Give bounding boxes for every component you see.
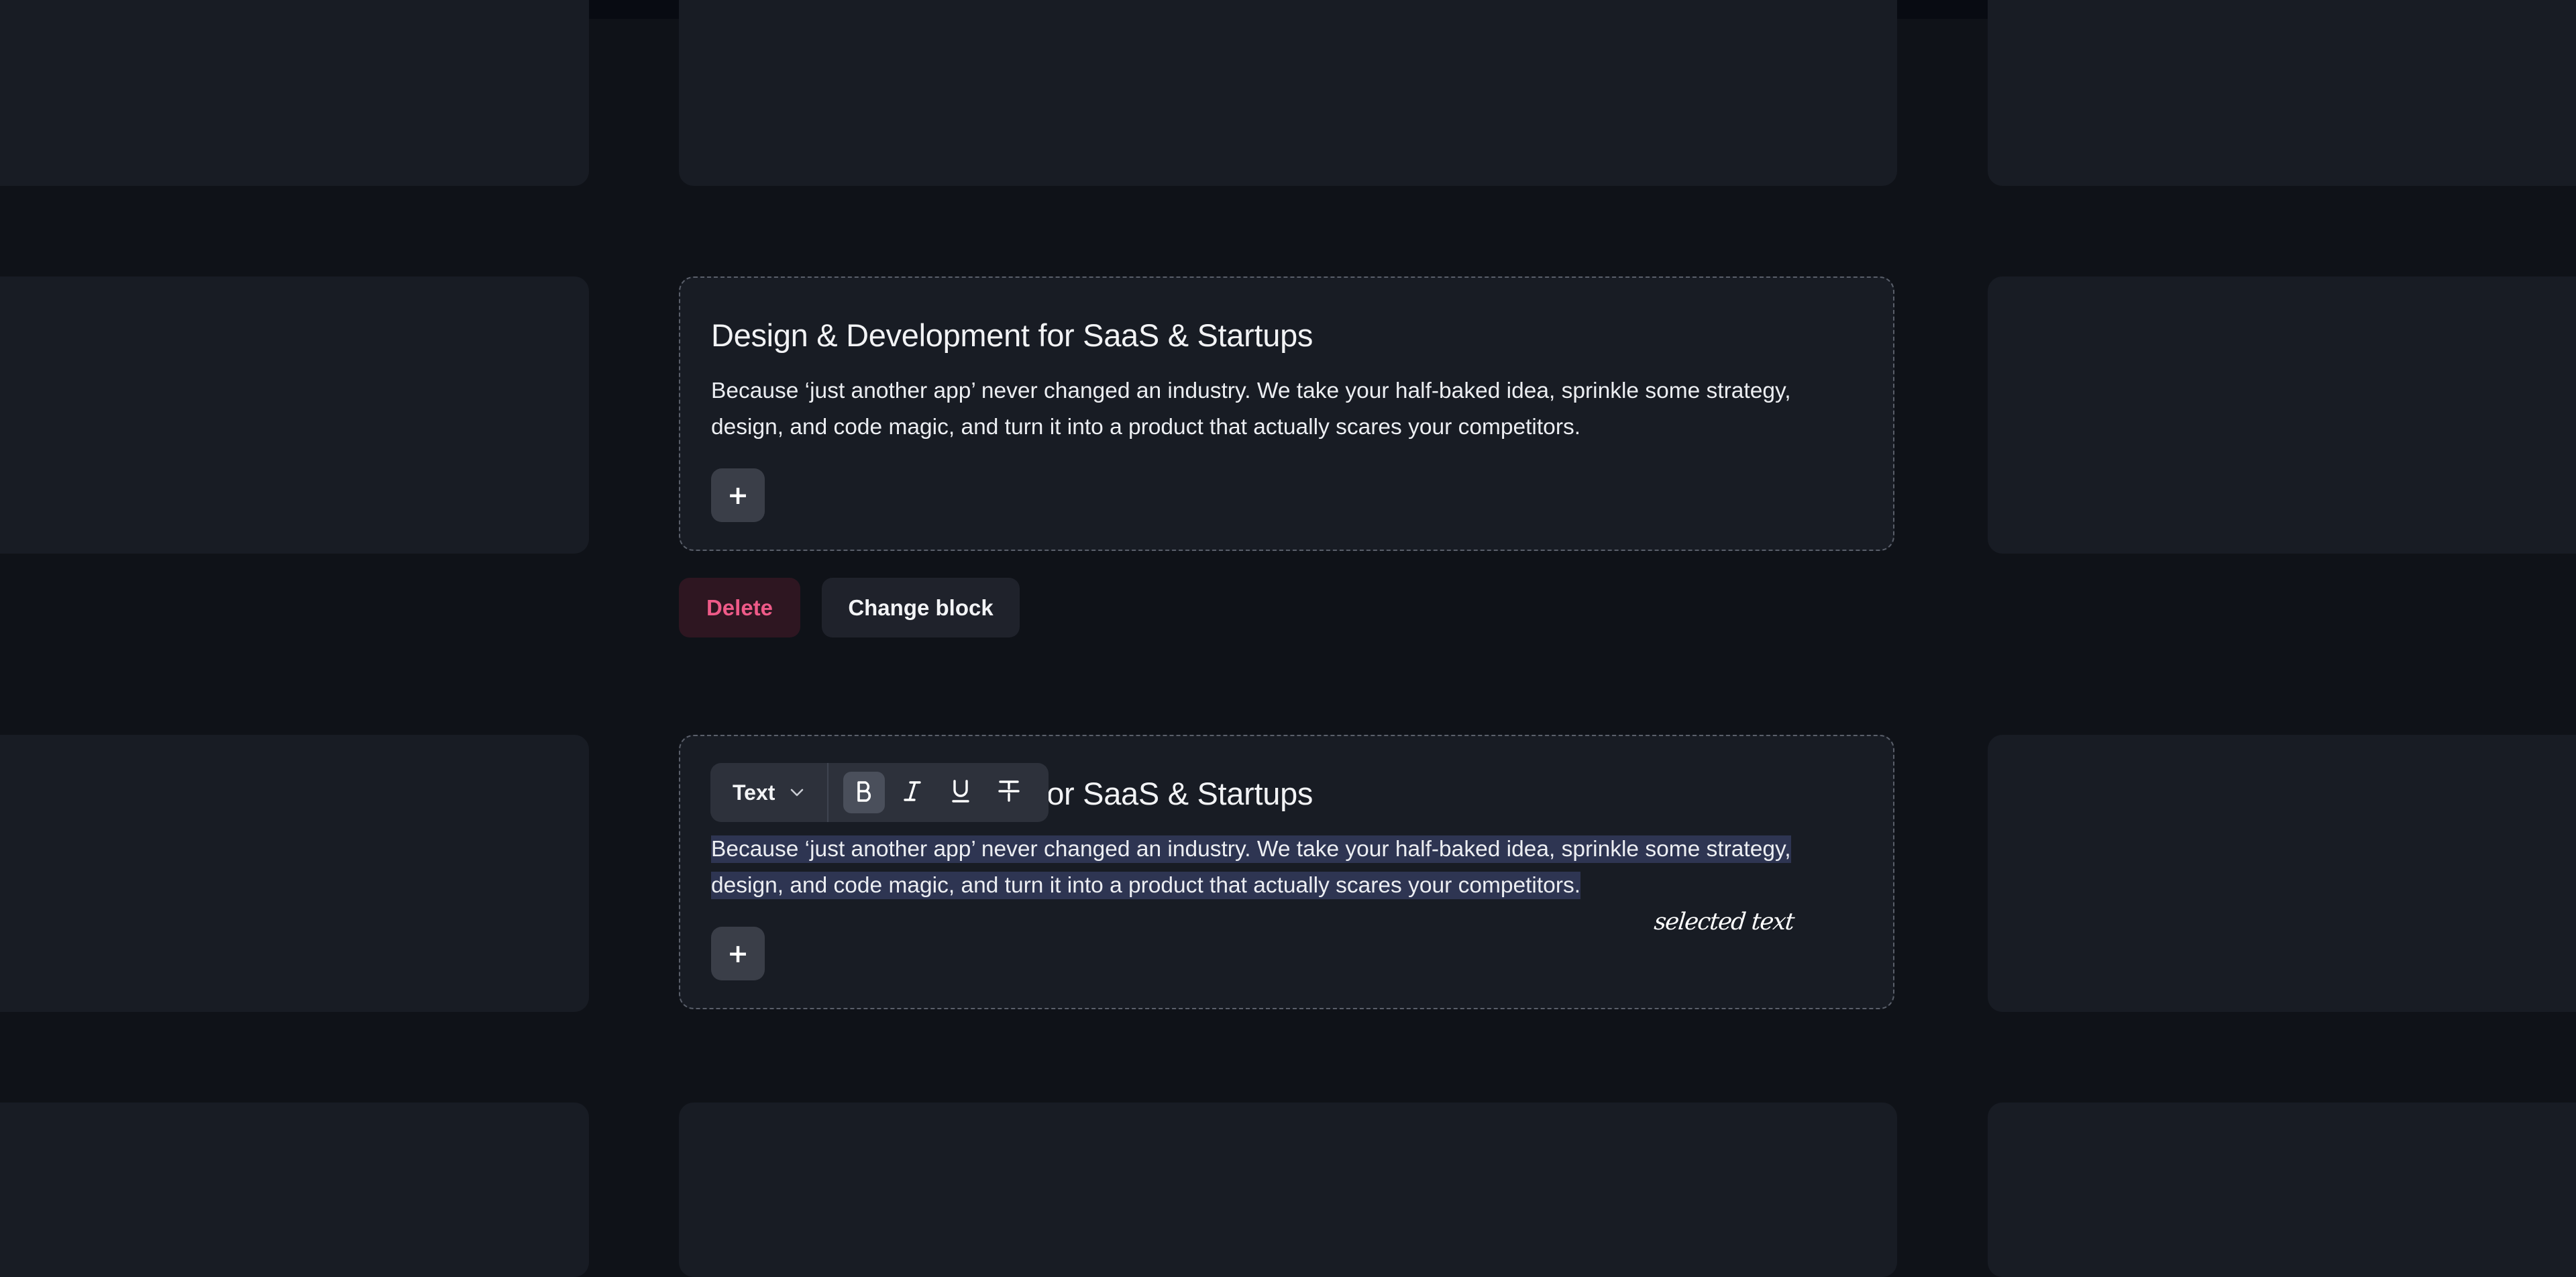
text-selection-highlight[interactable]: Because ‘just another app’ never changed…: [711, 835, 1791, 899]
placeholder-card: [679, 1103, 1897, 1277]
placeholder-card: [1988, 0, 2576, 186]
placeholder-card: [0, 276, 589, 554]
block-body-text[interactable]: Because ‘just another app’ never changed…: [711, 373, 1865, 446]
bold-button[interactable]: [843, 772, 885, 813]
block-type-label: Text: [733, 780, 775, 805]
chevron-down-icon: [790, 788, 804, 797]
content-block-selected[interactable]: Design & Development for SaaS & Startups…: [679, 276, 1894, 551]
block-body-text-selected[interactable]: Because ‘just another app’ never changed…: [711, 831, 1865, 904]
block-type-select[interactable]: Text: [710, 763, 828, 822]
placeholder-card: [0, 735, 589, 1012]
placeholder-card: [1988, 735, 2576, 1012]
formatting-toolbar: Text: [710, 763, 1049, 822]
selected-text-annotation: selected text: [1652, 909, 1795, 935]
strikethrough-icon: [998, 779, 1020, 807]
add-element-button[interactable]: +: [711, 927, 765, 980]
underline-icon: [951, 779, 971, 807]
placeholder-card: [0, 0, 589, 186]
placeholder-card: [0, 1103, 589, 1277]
change-block-button[interactable]: Change block: [822, 578, 1020, 637]
placeholder-card: [1988, 1103, 2576, 1277]
block-title[interactable]: Design & Development for SaaS & Startups: [711, 317, 1313, 354]
strikethrough-button[interactable]: [988, 772, 1030, 813]
placeholder-card: [679, 0, 1897, 186]
placeholder-card: [1988, 276, 2576, 554]
delete-button[interactable]: Delete: [679, 578, 800, 637]
bold-icon: [854, 780, 874, 806]
underline-button[interactable]: [940, 772, 981, 813]
add-element-button[interactable]: +: [711, 468, 765, 522]
italic-icon: [902, 780, 922, 806]
italic-button[interactable]: [892, 772, 933, 813]
